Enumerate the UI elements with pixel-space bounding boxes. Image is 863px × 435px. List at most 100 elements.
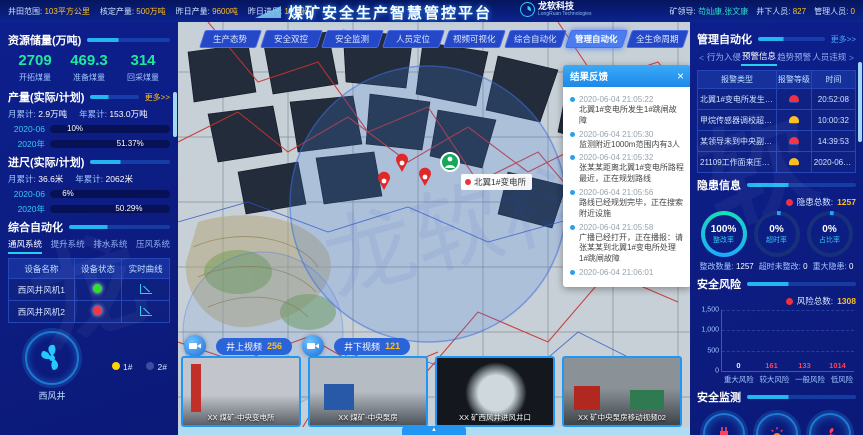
x-label: 重大风险: [724, 374, 754, 385]
progress-track: 10%: [50, 125, 170, 133]
underground-video-button[interactable]: 井下视频 121: [334, 338, 410, 355]
section-decoration: [90, 160, 170, 164]
tab-drainage-system[interactable]: 排水系统: [93, 238, 127, 254]
feedback-text: 北翼1#变电所发生1#跳闸故障: [579, 105, 684, 127]
curve-chart-icon[interactable]: [140, 284, 152, 294]
alarm-siren-icon: [756, 413, 798, 435]
tab-hoisting-system[interactable]: 提升系统: [51, 238, 85, 254]
siren-icon: [789, 95, 799, 102]
tab-trend-warning[interactable]: 趋势预警: [777, 51, 812, 65]
table-row[interactable]: 某领导未到中央副泵房3-3... 14:39:53: [698, 131, 856, 152]
alarm-dot-icon: [465, 179, 471, 185]
col-header-alarm-level: 报警等级: [777, 71, 812, 89]
video-thumbnail[interactable]: XX 矿中央泵房移动视频02: [562, 356, 682, 427]
progress-track: 50.29%: [50, 205, 170, 213]
alarm-type: 某领导未到中央副泵房3-3...: [698, 131, 777, 152]
reserves-title: 资源储量(万吨): [8, 32, 81, 48]
alarm-time: 10:00:32: [811, 110, 855, 131]
substation-map-label[interactable]: 北翼1#变电所: [461, 174, 532, 190]
stat-label: 井田范围:: [8, 7, 42, 16]
stat-value: 2062米: [106, 174, 133, 184]
camera-icon[interactable]: [302, 335, 324, 357]
tab-safety-monitoring[interactable]: 安全监测: [321, 30, 384, 48]
tab-warning-info[interactable]: 预警信息: [741, 50, 776, 66]
progress-percent: 6%: [62, 189, 74, 198]
rectification-rate-ring: 100%整改率: [701, 211, 747, 257]
alarm-time: 2020-06-06: [811, 152, 855, 173]
tab-integrated-automation[interactable]: 综合自动化: [504, 30, 567, 48]
table-row[interactable]: 甲烷传感器调校超期提醒... 10:00:32: [698, 110, 856, 131]
tab-ventilation-system[interactable]: 通风系统: [8, 238, 42, 254]
progress-track: 6%: [50, 190, 170, 198]
legend-dot: [146, 362, 154, 370]
feedback-time: 2020-06-04 21:05:22: [579, 95, 653, 104]
device-table: 设备名称 设备状态 实时曲线 西风井风机1 西风井风机2: [8, 258, 170, 323]
section-decoration: [87, 38, 170, 42]
top-bar: 井田范围: 103平方公里 核定产量: 500万吨 昨日产量: 9600吨 昨日…: [0, 0, 863, 22]
video-thumbnail[interactable]: XX 煤矿-中央泵房: [308, 356, 428, 427]
bar-label: 2020年: [8, 138, 50, 150]
bar-value: 133: [798, 361, 811, 370]
management-more-link[interactable]: 更多>>: [831, 34, 856, 45]
monitor-title: 安全监测: [697, 389, 741, 405]
fan-icon: [25, 331, 79, 385]
risk-bar-chart: 1,500 1,000 500 0 0 161 133 1014: [721, 310, 854, 372]
map-area[interactable]: 龙软科技 生产态势 安全双控 安全监测 人员定位 视频可视化 综合自动化 管理自…: [178, 22, 690, 435]
table-row[interactable]: 西风井风机1: [9, 279, 170, 301]
bar-label: 2020-06: [8, 189, 50, 199]
output-title: 产量(实际/计划): [8, 89, 84, 105]
table-row[interactable]: 西风井风机2: [9, 301, 170, 323]
video-thumbnail[interactable]: XX 煤矿-中央变电所: [181, 356, 301, 427]
tab-management-automation[interactable]: 管理自动化: [565, 30, 628, 48]
surface-video-button[interactable]: 井上视频 256: [216, 338, 292, 355]
collapse-handle[interactable]: ▲: [402, 426, 466, 435]
table-row[interactable]: 北翼1#变电所发生1#跳闸... 20:52:08: [698, 89, 856, 110]
tab-safety-dual-control[interactable]: 安全双控: [260, 30, 323, 48]
tab-personnel-positioning[interactable]: 人员定位: [382, 30, 445, 48]
footage-month-bar: 2020-06 6%: [8, 189, 170, 199]
tab-compressed-air-system[interactable]: 压风系统: [136, 238, 170, 254]
output-more-link[interactable]: 更多>>: [145, 92, 170, 103]
tabs-scroll-left-icon[interactable]: <: [697, 53, 706, 63]
bullet-icon: [570, 190, 575, 195]
logo-text: 龙软科技: [538, 2, 592, 11]
left-panel-scrollbar[interactable]: [173, 92, 177, 137]
stat-value: 苟灿康,张文康: [698, 7, 748, 16]
legend-dot: [112, 362, 120, 370]
risk-total-label: 风险总数:: [797, 295, 833, 307]
reserves-stats: 2709开拓煤量 469.3准备煤量 314回采煤量: [8, 52, 170, 83]
risk-total-value: 1308: [837, 296, 856, 306]
tab-personnel-violation[interactable]: 人员违规: [812, 51, 847, 65]
video-thumbnail[interactable]: XX 矿西风井进风井口: [435, 356, 555, 427]
bar-label: 2020-06: [8, 124, 50, 134]
power-cut-icon: [703, 413, 745, 435]
topbar-left-stats: 井田范围: 103平方公里 核定产量: 500万吨 昨日产量: 9600吨 昨日…: [0, 6, 307, 17]
table-row[interactable]: 21109工作面来压，预计... 2020-06-06: [698, 152, 856, 173]
stat-label: 井下人员:: [756, 7, 790, 16]
video-buttons: 井上视频 256 井下视频 121: [184, 335, 410, 357]
wrench-icon: [809, 413, 851, 435]
camera-icon[interactable]: [184, 335, 206, 357]
bar-label: 2020年: [8, 203, 50, 215]
curve-chart-icon[interactable]: [140, 306, 152, 316]
topbar-right-stats: 矿领导: 苟灿康,张文康 井下人员: 827 管理人员: 0: [662, 0, 855, 22]
feedback-text: 广播已经打开，正在播报：请张某某到北翼1#变电所处理1#跳闸故障: [579, 233, 684, 265]
risk-title: 安全风险: [697, 276, 741, 292]
alarm-type: 甲烷传感器调校超期提醒...: [698, 110, 777, 131]
feedback-time: 2020-06-04 21:05:58: [579, 223, 653, 232]
bar-value: 0: [736, 361, 740, 370]
stat-value: 9600吨: [212, 7, 238, 16]
close-icon[interactable]: ×: [677, 70, 684, 82]
right-panel-scrollbar[interactable]: [858, 62, 862, 142]
tabs-scroll-right-icon[interactable]: >: [847, 53, 856, 63]
tab-behavior-intrusion[interactable]: 行为入侵: [706, 51, 741, 65]
bullet-icon: [570, 225, 575, 230]
feedback-time: 2020-06-04 21:05:30: [579, 130, 653, 139]
tab-video-visualization[interactable]: 视频可视化: [443, 30, 506, 48]
alarm-time: 14:39:53: [811, 131, 855, 152]
y-tick: 500: [707, 347, 719, 354]
tab-full-lifecycle[interactable]: 全生命周期: [626, 30, 689, 48]
feedback-text: 路线已经规划完毕，正在搜索附近设施: [579, 198, 684, 220]
video-thumbnails: XX 煤矿-中央变电所 XX 煤矿-中央泵房 XX 矿西风井进风井口 XX 矿中…: [181, 356, 682, 427]
tab-production-situation[interactable]: 生产态势: [199, 30, 262, 48]
